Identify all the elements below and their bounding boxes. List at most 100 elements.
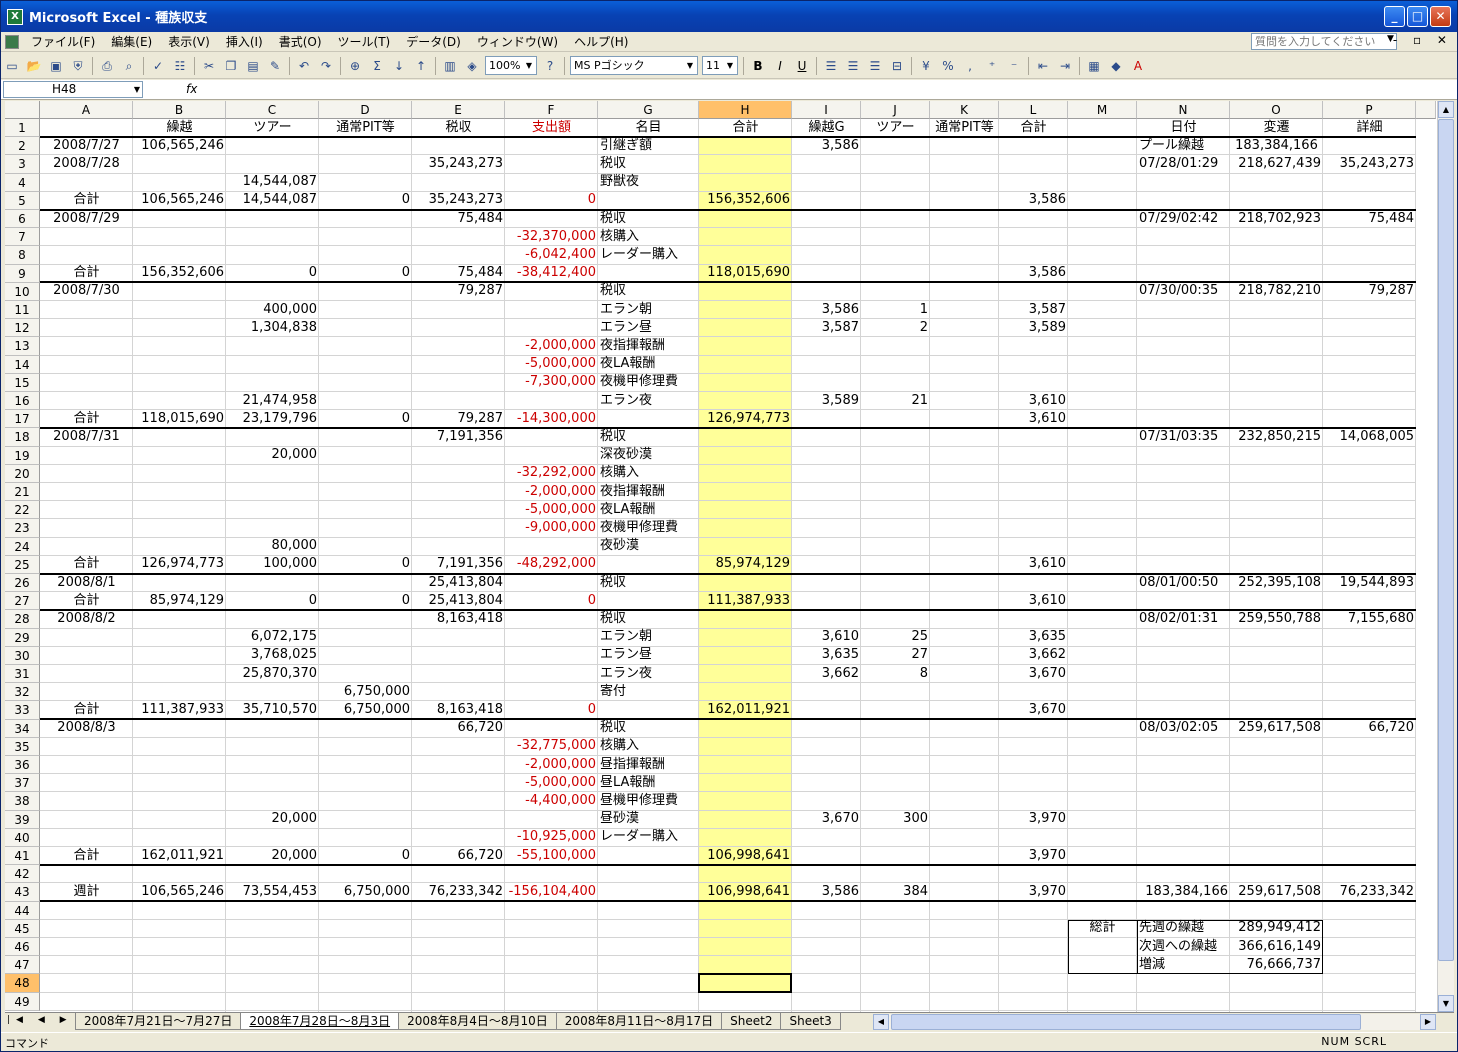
column-header-D[interactable]: D — [319, 101, 412, 119]
cell-I16[interactable]: 3,589 — [792, 392, 861, 410]
cell-I1[interactable]: 繰越G — [792, 119, 861, 137]
cell-L11[interactable]: 3,587 — [999, 301, 1068, 319]
cell-A5[interactable]: 合計 — [40, 191, 133, 209]
cell-G28[interactable]: 税収 — [598, 610, 699, 628]
cell-L41[interactable]: 3,970 — [999, 847, 1068, 865]
permission-icon[interactable]: ⛨ — [68, 56, 88, 76]
row-header-31[interactable]: 31 — [5, 665, 40, 684]
cell-E6[interactable]: 75,484 — [412, 210, 505, 228]
row-header-21[interactable]: 21 — [5, 483, 40, 502]
cell-F15[interactable]: -7,300,000 — [505, 373, 598, 391]
row-header-9[interactable]: 9 — [5, 264, 40, 283]
column-header-N[interactable]: N — [1137, 101, 1230, 119]
cell-F23[interactable]: -9,000,000 — [505, 519, 598, 537]
cell-C16[interactable]: 21,474,958 — [226, 392, 319, 410]
row-header-34[interactable]: 34 — [5, 719, 40, 738]
cell-O26[interactable]: 252,395,108 — [1230, 574, 1323, 592]
column-header-O[interactable]: O — [1230, 101, 1323, 119]
cell-A28[interactable]: 2008/8/2 — [40, 610, 133, 628]
cell-C24[interactable]: 80,000 — [226, 537, 319, 555]
horizontal-scroll-thumb[interactable] — [891, 1014, 1361, 1030]
sheet-tab-1[interactable]: 2008年7月28日～8月3日 — [240, 1013, 400, 1030]
menu-item-7[interactable]: ウィンドウ(W) — [469, 33, 566, 50]
cell-E25[interactable]: 7,191,356 — [412, 555, 505, 573]
cell-I31[interactable]: 3,662 — [792, 665, 861, 683]
cell-B25[interactable]: 126,974,773 — [133, 555, 226, 573]
row-header-18[interactable]: 18 — [5, 428, 40, 447]
close-button[interactable]: ✕ — [1430, 6, 1451, 27]
font-color-icon[interactable]: A — [1128, 56, 1148, 76]
cell-G6[interactable]: 税収 — [598, 210, 699, 228]
row-header-7[interactable]: 7 — [5, 228, 40, 247]
cell-P18[interactable]: 14,068,005 — [1323, 428, 1416, 446]
row-header-8[interactable]: 8 — [5, 246, 40, 265]
cell-I30[interactable]: 3,635 — [792, 646, 861, 664]
row-header-29[interactable]: 29 — [5, 628, 40, 647]
format-painter-icon[interactable]: ✎ — [265, 56, 285, 76]
cell-E1[interactable]: 税収 — [412, 119, 505, 137]
cut-icon[interactable]: ✂ — [199, 56, 219, 76]
increase-decimal-icon[interactable]: ⁺ — [982, 56, 1002, 76]
paste-icon[interactable]: ▤ — [243, 56, 263, 76]
cell-B5[interactable]: 106,565,246 — [133, 191, 226, 209]
cell-O6[interactable]: 218,702,923 — [1230, 210, 1323, 228]
cell-F8[interactable]: -6,042,400 — [505, 246, 598, 264]
cell-G10[interactable]: 税収 — [598, 282, 699, 300]
row-header-33[interactable]: 33 — [5, 701, 40, 720]
cell-N28[interactable]: 08/02/01:31 — [1137, 610, 1230, 628]
column-header-B[interactable]: B — [133, 101, 226, 119]
cell-H33[interactable]: 162,011,921 — [699, 701, 792, 719]
cell-A2[interactable]: 2008/7/27 — [40, 137, 133, 155]
print-icon[interactable]: ⎙ — [97, 56, 117, 76]
cell-F40[interactable]: -10,925,000 — [505, 828, 598, 846]
row-header-26[interactable]: 26 — [5, 574, 40, 593]
cell-N10[interactable]: 07/30/00:35 — [1137, 282, 1230, 300]
comma-button[interactable]: , — [960, 56, 980, 76]
save-icon[interactable]: ▣ — [46, 56, 66, 76]
currency-icon[interactable]: ¥ — [916, 56, 936, 76]
cell-E18[interactable]: 7,191,356 — [412, 428, 505, 446]
row-header-42[interactable]: 42 — [5, 865, 40, 884]
sort-desc-icon[interactable]: ↑ — [411, 56, 431, 76]
workbook-icon[interactable] — [5, 34, 19, 49]
cell-D5[interactable]: 0 — [319, 191, 412, 209]
cell-B1[interactable]: 繰越 — [133, 119, 226, 137]
cell-F17[interactable]: -14,300,000 — [505, 410, 598, 428]
row-header-45[interactable]: 45 — [5, 919, 40, 938]
cell-F33[interactable]: 0 — [505, 701, 598, 719]
row-header-20[interactable]: 20 — [5, 464, 40, 483]
minimize-button[interactable]: _ — [1384, 6, 1405, 27]
cell-G31[interactable]: エラン夜 — [598, 665, 699, 683]
menu-item-0[interactable]: ファイル(F) — [23, 33, 103, 50]
cell-N6[interactable]: 07/29/02:42 — [1137, 210, 1230, 228]
cell-L30[interactable]: 3,662 — [999, 646, 1068, 664]
cell-L33[interactable]: 3,670 — [999, 701, 1068, 719]
cell-B43[interactable]: 106,565,246 — [133, 883, 226, 901]
cell-G11[interactable]: エラン朝 — [598, 301, 699, 319]
cell-P3[interactable]: 35,243,273 — [1323, 155, 1416, 173]
active-cell[interactable] — [698, 973, 792, 993]
cell-G30[interactable]: エラン昼 — [598, 646, 699, 664]
font-size-select[interactable]: 11 ▼ — [702, 56, 738, 75]
menu-item-5[interactable]: ツール(T) — [330, 33, 399, 50]
sheet-tab-5[interactable]: Sheet3 — [780, 1013, 841, 1030]
row-header-11[interactable]: 11 — [5, 301, 40, 320]
row-header-24[interactable]: 24 — [5, 537, 40, 556]
cell-G16[interactable]: エラン夜 — [598, 392, 699, 410]
zoom-select[interactable]: 100% ▼ — [485, 56, 537, 75]
cell-C17[interactable]: 23,179,796 — [226, 410, 319, 428]
cell-A41[interactable]: 合計 — [40, 847, 133, 865]
menu-item-3[interactable]: 挿入(I) — [218, 33, 271, 50]
cell-C5[interactable]: 14,544,087 — [226, 191, 319, 209]
row-header-49[interactable]: 49 — [5, 992, 40, 1011]
sheet-tab-3[interactable]: 2008年8月11日～8月17日 — [555, 1013, 723, 1030]
cell-G36[interactable]: 昼指揮報酬 — [598, 756, 699, 774]
row-header-43[interactable]: 43 — [5, 883, 40, 902]
cell-C12[interactable]: 1,304,838 — [226, 319, 319, 337]
hyperlink-icon[interactable]: ⊕ — [345, 56, 365, 76]
cell-C11[interactable]: 400,000 — [226, 301, 319, 319]
cell-G22[interactable]: 夜LA報酬 — [598, 501, 699, 519]
cell-N18[interactable]: 07/31/03:35 — [1137, 428, 1230, 446]
cell-F9[interactable]: -38,412,400 — [505, 264, 598, 282]
align-right-icon[interactable]: ☰ — [865, 56, 885, 76]
